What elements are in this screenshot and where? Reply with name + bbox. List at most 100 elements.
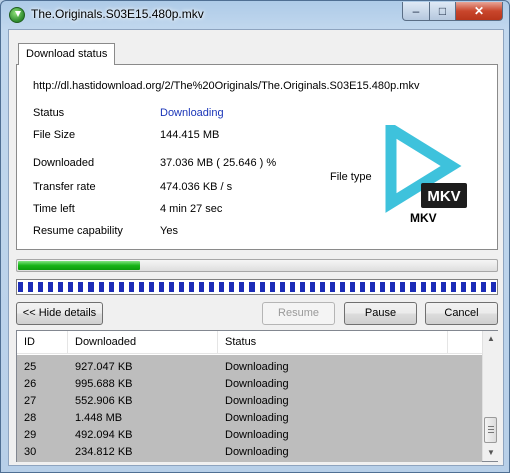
download-window: The.Originals.S03E15.480p.mkv – □ ✕ Down… [0,0,510,473]
downloaded-value: 37.036 MB ( 25.646 ) % [160,157,277,169]
segment-block [18,282,24,292]
row-id: 28 [24,412,37,424]
status-value: Downloading [160,107,224,119]
client-area: Download status http://dl.hastidownload.… [8,29,504,466]
grip-icon [488,426,494,433]
segment-block [319,282,325,292]
connections-list[interactable]: ID Downloaded Status 25 927.047 KB Downl… [16,330,498,462]
segment-block [289,282,295,292]
connections-list-header: ID Downloaded Status [17,331,482,354]
segment-block [48,282,54,292]
row-downloaded: 927.047 KB [75,361,133,373]
row-downloaded: 552.906 KB [75,395,133,407]
row-id: 26 [24,378,37,390]
row-status: Downloading [225,446,289,458]
minimize-button[interactable]: – [402,2,430,21]
row-downloaded: 1.448 MB [75,412,123,424]
segment-block [480,282,486,292]
segment-block [249,282,255,292]
segment-block [490,282,496,292]
table-row[interactable]: 26 995.688 KB Downloading [17,376,482,393]
segment-block [299,282,305,292]
row-id: 29 [24,429,37,441]
vertical-scrollbar[interactable]: ▲ ▼ [482,331,498,461]
segment-block [450,282,456,292]
maximize-button[interactable]: □ [429,2,456,21]
scroll-up-icon[interactable]: ▲ [483,331,499,347]
segment-block [38,282,44,292]
segment-block [350,282,356,292]
connections-list-body: 25 927.047 KB Downloading 26 995.688 KB … [17,355,482,462]
row-downloaded: 492.094 KB [75,429,133,441]
segment-block [360,282,366,292]
segment-block [420,282,426,292]
row-status: Downloading [225,395,289,407]
download-app-icon [9,7,25,23]
transfer-rate-label: Transfer rate [33,181,96,193]
segment-block [209,282,215,292]
segment-block [410,282,416,292]
resume-button[interactable]: Resume [262,302,335,325]
pause-button[interactable]: Pause [344,302,417,325]
segment-block [189,282,195,292]
segment-block [88,282,94,292]
download-status-panel: http://dl.hastidownload.org/2/The%20Orig… [16,64,498,250]
file-size-label: File Size [33,129,76,141]
time-left-value: 4 min 27 sec [160,203,223,215]
segment-block [199,282,205,292]
segment-block [128,282,134,292]
resume-capability-value: Yes [160,225,178,237]
scroll-thumb[interactable] [484,417,497,443]
scroll-down-icon[interactable]: ▼ [483,445,499,461]
segment-block [460,282,466,292]
time-left-label: Time left [33,203,75,215]
segment-block [259,282,265,292]
segment-block [68,282,74,292]
mkv-badge-text: MKV [427,188,460,205]
column-header-id[interactable]: ID [17,331,68,354]
table-row[interactable]: 25 927.047 KB Downloading [17,359,482,376]
file-type-value: MKV [410,211,437,225]
segment-block [329,282,335,292]
transfer-rate-value: 474.036 KB / s [160,181,233,193]
table-row[interactable]: 27 552.906 KB Downloading [17,393,482,410]
table-row[interactable]: 28 1.448 MB Downloading [17,410,482,427]
column-header-status[interactable]: Status [218,331,448,354]
segment-block [78,282,84,292]
file-type-label: File type [330,171,372,183]
segment-block [400,282,406,292]
segment-block [168,282,174,292]
status-label: Status [33,107,65,119]
hide-details-button[interactable]: << Hide details [16,302,103,325]
segment-block [229,282,235,292]
window-title: The.Originals.S03E15.480p.mkv [31,7,204,21]
title-bar[interactable]: The.Originals.S03E15.480p.mkv – □ ✕ [1,1,509,29]
segment-block [269,282,275,292]
segment-block [430,282,436,292]
segment-block [340,282,346,292]
column-header-downloaded[interactable]: Downloaded [68,331,218,354]
segment-block [98,282,104,292]
segment-map [16,279,498,295]
file-size-value: 144.415 MB [160,129,220,141]
segment-block [390,282,396,292]
row-status: Downloading [225,378,289,390]
downloaded-label: Downloaded [33,157,95,169]
row-status: Downloading [225,429,289,441]
table-row[interactable]: 29 492.094 KB Downloading [17,427,482,444]
table-row[interactable]: 30 234.812 KB Downloading [17,444,482,461]
cancel-button[interactable]: Cancel [425,302,498,325]
segment-block [158,282,164,292]
row-id: 30 [24,446,37,458]
tab-download-status[interactable]: Download status [18,43,116,65]
segment-block [58,282,64,292]
row-id: 25 [24,361,37,373]
row-downloaded: 995.688 KB [75,378,133,390]
segment-block [148,282,154,292]
progress-fill [18,261,140,270]
close-button[interactable]: ✕ [455,2,503,21]
segment-block [179,282,185,292]
segment-block [239,282,245,292]
segment-block [309,282,315,292]
download-url: http://dl.hastidownload.org/2/The%20Orig… [33,80,420,92]
